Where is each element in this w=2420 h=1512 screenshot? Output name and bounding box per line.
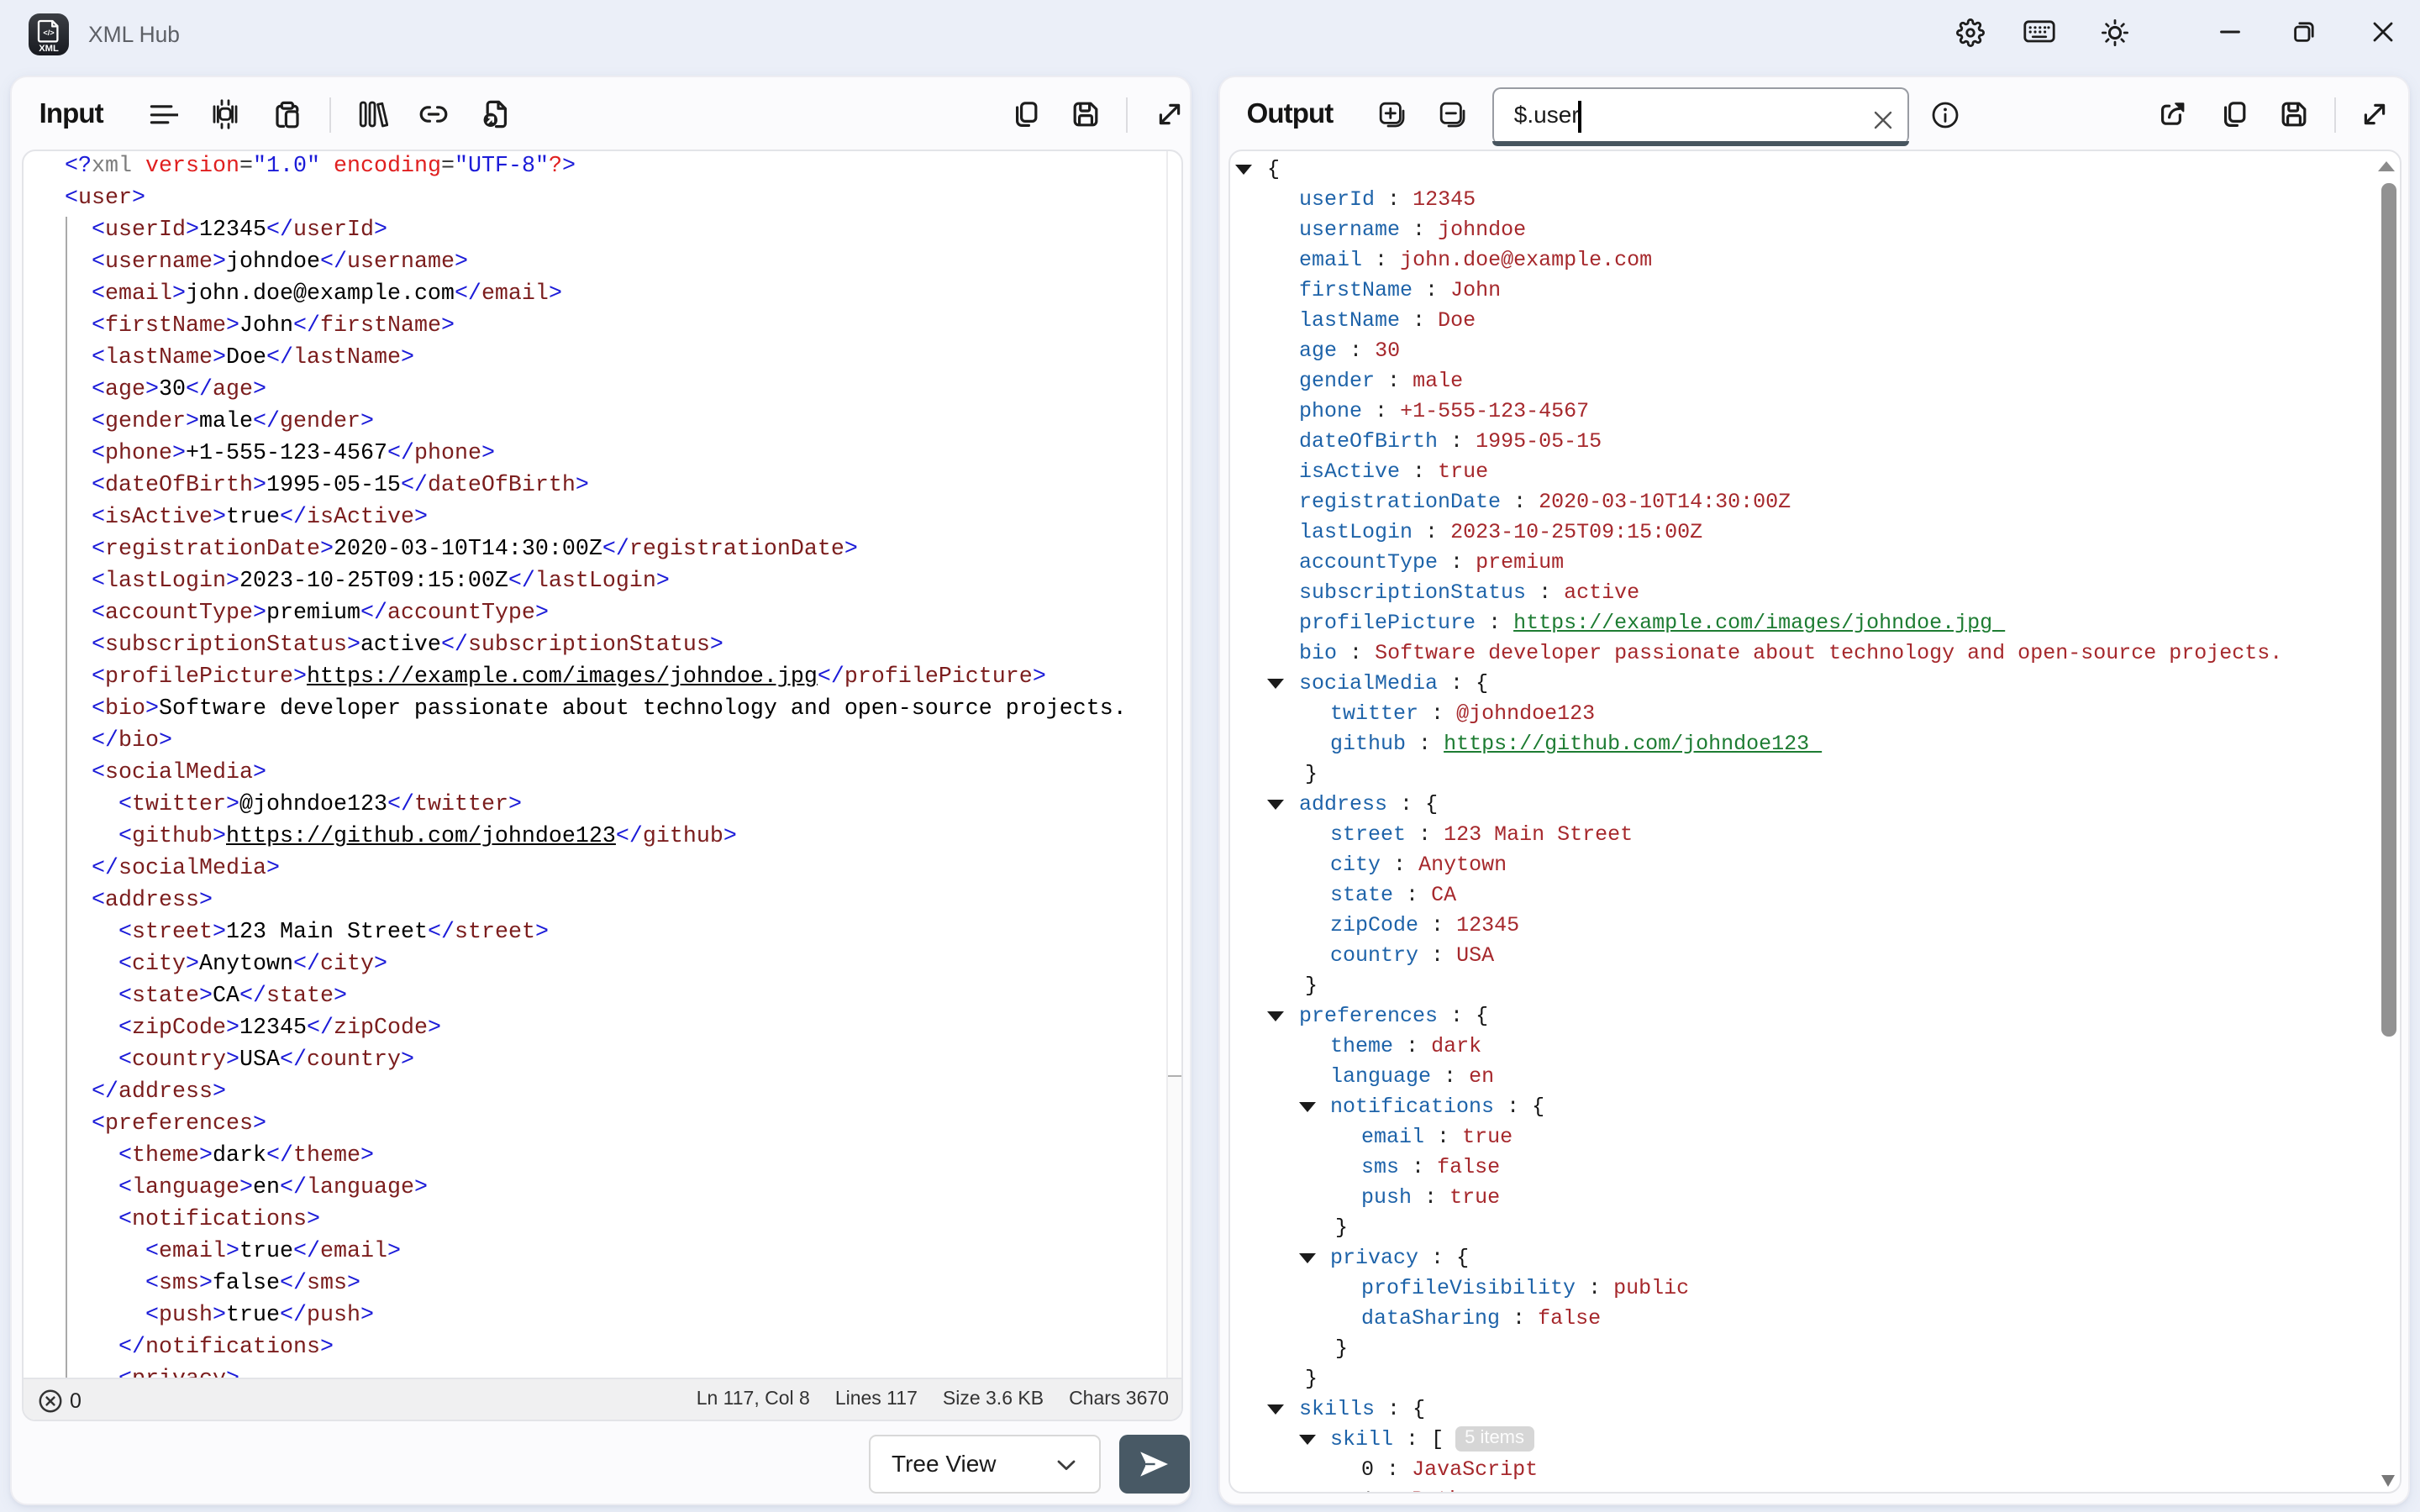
svg-text:</>: </> <box>42 29 53 38</box>
svg-text:XML: XML <box>38 45 58 55</box>
